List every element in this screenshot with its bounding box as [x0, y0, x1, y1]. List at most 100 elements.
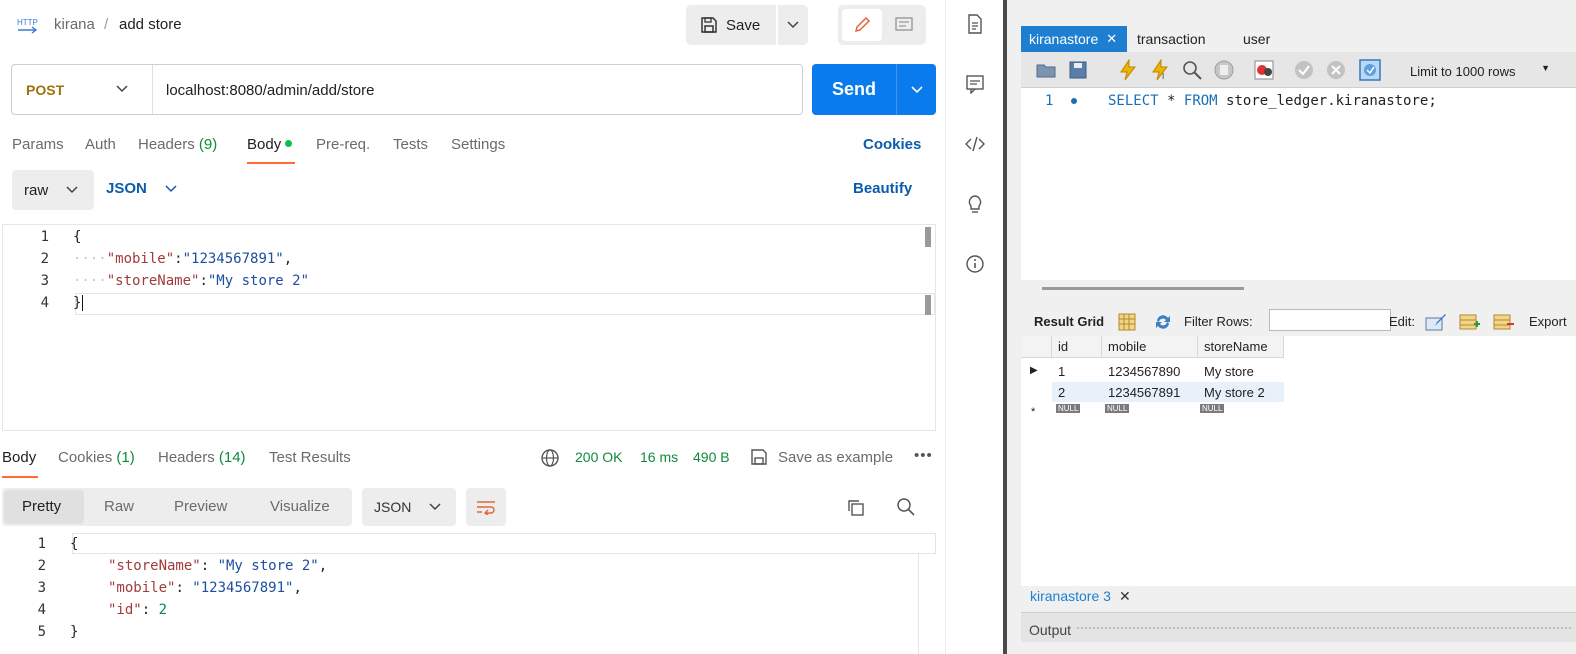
beautify-button[interactable]: Beautify — [853, 180, 912, 197]
response-size[interactable]: 490 B — [693, 449, 730, 465]
row-limit-label: Limit to 1000 rows — [1410, 63, 1516, 79]
tab-settings[interactable]: Settings — [451, 136, 505, 153]
row-limit-select[interactable]: Limit to 1000 rows ▼ — [1404, 60, 1558, 82]
cookies-link[interactable]: Cookies — [863, 136, 921, 153]
wrap-lines-button[interactable] — [466, 488, 506, 526]
new-row[interactable]: * NULL NULL NULL — [1021, 402, 1284, 418]
response-status[interactable]: 200 OK — [575, 449, 622, 465]
column-header-mobile[interactable]: mobile — [1102, 336, 1198, 358]
close-icon[interactable]: ✕ — [1119, 588, 1131, 605]
url-input[interactable] — [166, 79, 786, 101]
tab-user[interactable]: user — [1235, 26, 1278, 52]
save-button[interactable]: Save — [686, 5, 776, 45]
tab-auth[interactable]: Auth — [85, 136, 116, 153]
cell-id[interactable]: 2 — [1052, 382, 1102, 402]
request-body-editor[interactable]: 1 2 3 4 { ····"mobile":"1234567891", ···… — [2, 224, 936, 431]
open-brace: { — [73, 229, 82, 245]
tab-transaction[interactable]: transaction — [1129, 26, 1213, 52]
save-as-example-button[interactable]: Save as example — [778, 449, 893, 466]
refresh-icon[interactable] — [1153, 313, 1173, 331]
copy-icon[interactable] — [846, 498, 866, 518]
grip-handle[interactable] — [1076, 626, 1571, 631]
tab-body[interactable]: Body — [247, 136, 293, 153]
tab-params[interactable]: Params — [12, 136, 64, 153]
filter-rows-input[interactable] — [1269, 309, 1391, 331]
toggle-error-icon[interactable] — [1253, 59, 1275, 81]
tab-pre-request[interactable]: Pre-req. — [316, 136, 370, 153]
view-visualize[interactable]: Visualize — [270, 498, 330, 515]
tab-response-body[interactable]: Body — [2, 449, 36, 466]
edit-row-icon[interactable] — [1425, 312, 1447, 332]
response-time[interactable]: 16 ms — [640, 449, 678, 465]
cell-mobile[interactable]: 1234567891 — [1102, 382, 1198, 402]
documentation-icon[interactable] — [965, 14, 985, 34]
response-format-select[interactable]: JSON — [362, 488, 456, 526]
line-number: 3 — [40, 273, 49, 289]
execute-current-icon[interactable]: I — [1149, 59, 1171, 81]
auto-commit-icon[interactable] — [1359, 59, 1381, 81]
lightbulb-icon[interactable] — [965, 194, 985, 214]
code-line: { — [73, 229, 81, 245]
table-row[interactable]: ▶ 1 1234567890 My store — [1021, 360, 1284, 382]
tab-response-headers[interactable]: Headers (14) — [158, 449, 246, 466]
comments-icon[interactable] — [965, 74, 985, 94]
execute-icon[interactable] — [1117, 59, 1139, 81]
tab-result-kiranastore[interactable]: kiranastore 3 — [1030, 588, 1111, 604]
tab-test-results[interactable]: Test Results — [269, 449, 351, 466]
save-options-button[interactable] — [778, 5, 808, 45]
send-button[interactable]: Send — [812, 64, 896, 115]
table-row[interactable]: 2 1234567891 My store 2 — [1052, 382, 1284, 402]
response-body-viewer[interactable]: 1 2 3 4 5 { "storeName": "My store 2", "… — [0, 532, 936, 654]
null-placeholder[interactable]: NULL — [1105, 404, 1130, 413]
globe-icon[interactable] — [540, 448, 560, 468]
active-tab-underline — [247, 162, 295, 164]
null-placeholder[interactable]: NULL — [1056, 404, 1081, 413]
current-row-icon: ▶ — [1030, 365, 1038, 376]
send-options-button[interactable] — [897, 64, 936, 115]
method-select[interactable]: POST — [12, 65, 152, 114]
tab-tests[interactable]: Tests — [393, 136, 428, 153]
rollback-icon[interactable] — [1325, 59, 1347, 81]
cell-storename[interactable]: My store — [1198, 360, 1284, 382]
svg-text:HTTP: HTTP — [17, 18, 38, 27]
more-options-icon[interactable]: ••• — [914, 447, 933, 464]
editor-horizontal-scrollbar[interactable] — [1042, 287, 1244, 290]
body-type-select[interactable]: raw — [12, 170, 94, 210]
tab-kiranastore[interactable]: kiranastore ✕ — [1021, 26, 1127, 52]
view-raw[interactable]: Raw — [104, 498, 134, 515]
tab-response-cookies[interactable]: Cookies (1) — [58, 449, 135, 466]
close-icon[interactable]: ✕ — [1106, 31, 1117, 47]
search-icon[interactable] — [896, 497, 916, 517]
body-format-select[interactable]: JSON — [106, 180, 177, 197]
delete-row-icon[interactable] — [1493, 312, 1515, 332]
save-icon[interactable] — [1067, 59, 1089, 81]
result-grid-label[interactable]: Result Grid — [1034, 314, 1104, 329]
output-label[interactable]: Output — [1029, 622, 1071, 638]
view-mode-selector: Pretty Raw Preview Visualize — [2, 488, 352, 526]
export-label[interactable]: Export — [1529, 314, 1567, 329]
column-header-storename[interactable]: storeName — [1198, 336, 1284, 358]
commit-icon[interactable] — [1293, 59, 1315, 81]
editor-scrollbar[interactable] — [925, 227, 931, 247]
view-pretty[interactable]: Pretty — [22, 498, 61, 515]
explain-icon[interactable] — [1181, 59, 1203, 81]
sql-editor[interactable]: 1 SELECT * FROM store_ledger.kiranastore… — [1021, 88, 1576, 280]
request-name[interactable]: add store — [119, 16, 182, 33]
stop-icon[interactable] — [1213, 59, 1235, 81]
view-preview[interactable]: Preview — [174, 498, 227, 515]
open-folder-icon[interactable] — [1035, 59, 1057, 81]
code-icon[interactable] — [965, 134, 985, 154]
tab-headers[interactable]: Headers (9) — [138, 136, 217, 153]
cell-id[interactable]: 1 — [1052, 360, 1102, 382]
cell-mobile[interactable]: 1234567890 — [1102, 360, 1198, 382]
grid-view-icon[interactable] — [1118, 313, 1136, 331]
null-placeholder[interactable]: NULL — [1200, 404, 1225, 413]
close-brace: } — [73, 295, 82, 311]
cell-storename[interactable]: My store 2 — [1198, 382, 1284, 402]
documentation-mode-button[interactable] — [886, 9, 922, 41]
add-row-icon[interactable] — [1459, 312, 1481, 332]
column-header-id[interactable]: id — [1052, 336, 1102, 358]
breadcrumb-collection[interactable]: kirana — [54, 16, 95, 33]
info-icon[interactable] — [965, 254, 985, 274]
edit-mode-button[interactable] — [842, 9, 882, 41]
